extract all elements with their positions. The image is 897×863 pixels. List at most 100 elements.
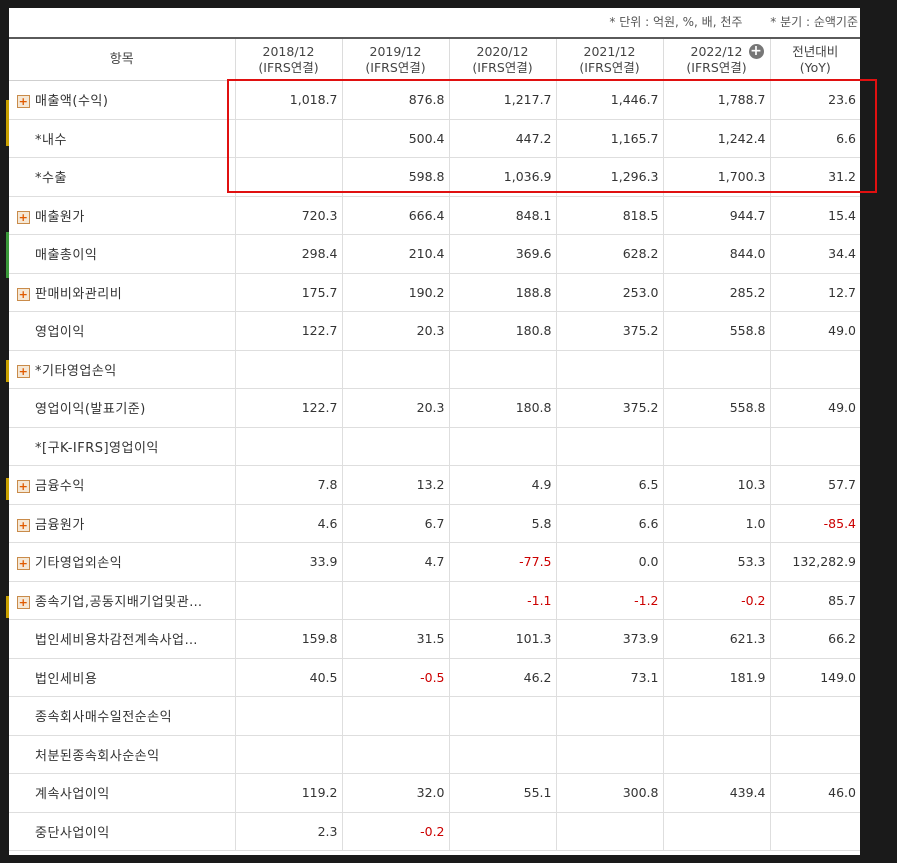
value-cell: 1,296.3 [555, 157, 663, 197]
value-cell: 159.8 [234, 619, 342, 659]
value-cell: 298.4 [234, 234, 342, 274]
row-label-cell: 영업이익(발표기준) [9, 388, 235, 428]
row-label: 영업이익(발표기준) [35, 402, 146, 418]
table-row: 영업이익(발표기준) 122.7 20.3 180.8 375.2 558.8 49.0 [9, 388, 860, 428]
header-basis-label: (IFRS연결) [365, 59, 426, 75]
row-label-cell[interactable]: + 금융수익 [9, 465, 235, 505]
value-cell: 188.8 [448, 273, 556, 312]
value-cell [448, 350, 556, 389]
row-label-cell[interactable]: + 판매비와관리비 [9, 273, 235, 312]
expand-plus-icon[interactable]: + [17, 95, 30, 109]
window-frame-right [860, 0, 897, 863]
expand-plus-icon[interactable]: + [17, 518, 30, 532]
yoy-cell: 49.0 [769, 388, 860, 428]
value-cell [662, 696, 770, 736]
row-label-cell: 처분된종속회사순손익 [9, 735, 235, 774]
yoy-cell: 31.2 [769, 157, 860, 197]
value-cell: 122.7 [234, 388, 342, 428]
value-cell: 876.8 [341, 80, 449, 120]
yoy-cell: 149.0 [769, 658, 860, 697]
yoy-cell [769, 427, 860, 466]
value-cell [234, 350, 342, 389]
table-row: + 판매비와관리비 175.7 190.2 188.8 253.0 285.2 12.7 [9, 273, 860, 312]
value-cell [448, 735, 556, 774]
row-label: 금융원가 [35, 517, 85, 533]
row-label-cell[interactable]: + 매출액(수익) [9, 80, 235, 120]
row-label-cell[interactable]: + 금융원가 [9, 504, 235, 543]
value-cell: 7.8 [234, 465, 342, 505]
row-label: 매출원가 [35, 209, 85, 225]
value-cell: -0.2 [662, 581, 770, 620]
row-label: *수출 [35, 171, 67, 187]
value-cell: 558.8 [662, 311, 770, 351]
header-yoy-sub: (YoY) [799, 59, 831, 75]
table-row: + 매출원가 720.3 666.4 848.1 818.5 944.7 15.4 [9, 196, 860, 235]
yoy-cell: 34.4 [769, 234, 860, 274]
header-year-2021: 2021/12 (IFRS연결) [555, 37, 663, 81]
value-cell: 122.7 [234, 311, 342, 351]
yoy-cell [769, 812, 860, 851]
row-label: 매출액(수익) [35, 94, 109, 110]
value-cell: 818.5 [555, 196, 663, 235]
expand-plus-icon[interactable]: + [17, 595, 30, 609]
value-cell: 598.8 [341, 157, 449, 197]
expand-plus-icon[interactable]: + [17, 364, 30, 378]
income-statement-table: 항목 2018/12 (IFRS연결) 2019/12 (IFRS연결) 202… [9, 37, 860, 851]
window-frame-bottom [0, 855, 897, 863]
value-cell: 1,446.7 [555, 80, 663, 120]
value-cell [234, 119, 342, 158]
value-cell: 181.9 [662, 658, 770, 697]
row-label: 중단사업이익 [35, 825, 110, 841]
value-cell: 210.4 [341, 234, 449, 274]
value-cell [555, 812, 663, 851]
table-row: + 금융수익 7.8 13.2 4.9 6.5 10.3 57.7 [9, 465, 860, 505]
value-cell: 1,788.7 [662, 80, 770, 120]
value-cell [448, 427, 556, 466]
value-cell [662, 812, 770, 851]
value-cell: 666.4 [341, 196, 449, 235]
value-cell: 73.1 [555, 658, 663, 697]
row-label-cell[interactable]: + 기타영업외손익 [9, 542, 235, 582]
value-cell: 373.9 [555, 619, 663, 659]
expand-plus-icon[interactable]: + [17, 480, 30, 494]
header-basis-label: (IFRS연결) [258, 59, 319, 75]
expand-plus-icon[interactable]: + [17, 210, 30, 224]
row-label: 기타영업외손익 [35, 556, 123, 572]
header-basis-label: (IFRS연결) [686, 59, 747, 75]
value-cell: 53.3 [662, 542, 770, 582]
unit-note-unit: * 단위 : 억원, %, 배, 천주 [609, 15, 743, 29]
plus-circle-icon[interactable]: + [748, 44, 764, 59]
row-label-cell[interactable]: + *기타영업손익 [9, 350, 235, 389]
yoy-cell [769, 735, 860, 774]
header-year-2022: 2022/12 (IFRS연결) + [662, 37, 770, 81]
row-label: *[구K-IFRS]영업이익 [35, 440, 159, 456]
row-label-cell: 법인세비용 [9, 658, 235, 697]
row-label-cell: 영업이익 [9, 311, 235, 351]
row-label-cell[interactable]: + 매출원가 [9, 196, 235, 235]
value-cell: 1,700.3 [662, 157, 770, 197]
table-row: + 금융원가 4.6 6.7 5.8 6.6 1.0 -85.4 [9, 504, 860, 543]
header-yoy: 전년대비 (YoY) [769, 37, 860, 81]
value-cell: 1,036.9 [448, 157, 556, 197]
expand-plus-icon[interactable]: + [17, 287, 30, 301]
yoy-cell: 85.7 [769, 581, 860, 620]
row-label: *기타영업손익 [35, 363, 117, 379]
yoy-cell: 6.6 [769, 119, 860, 158]
header-year-label: 2018/12 [262, 43, 315, 59]
value-cell: 720.3 [234, 196, 342, 235]
value-cell [234, 735, 342, 774]
expand-plus-icon[interactable]: + [17, 557, 30, 571]
table-row: 법인세비용차감전계속사업… 159.8 31.5 101.3 373.9 621.3 66.… [9, 619, 860, 659]
value-cell: 6.7 [341, 504, 449, 543]
row-label: 매출총이익 [35, 248, 98, 264]
row-label-cell[interactable]: + 종속기업,공동지배기업및관… [9, 581, 235, 620]
yoy-cell: 12.7 [769, 273, 860, 312]
value-cell: 32.0 [341, 773, 449, 813]
table-row: 법인세비용 40.5 -0.5 46.2 73.1 181.9 149.0 [9, 658, 860, 697]
value-cell: 20.3 [341, 388, 449, 428]
value-cell: 285.2 [662, 273, 770, 312]
value-cell: 13.2 [341, 465, 449, 505]
row-label: 판매비와관리비 [35, 286, 123, 302]
table-body: + 매출액(수익) 1,018.7 876.8 1,217.7 1,446.7 1,788.… [9, 80, 860, 851]
value-cell: 55.1 [448, 773, 556, 813]
